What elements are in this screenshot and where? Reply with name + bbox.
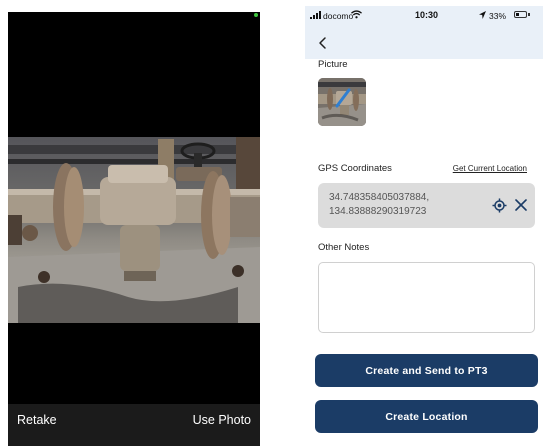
create-location-screen: docomo 10:30 33% Picture GPS Coordinates… [305, 6, 543, 446]
picture-label: Picture [318, 59, 348, 70]
gps-coordinates-label: GPS Coordinates [318, 163, 392, 174]
get-current-location-link[interactable]: Get Current Location [453, 163, 527, 175]
create-location-label: Create Location [385, 410, 468, 423]
status-time: 10:30 [415, 10, 439, 20]
pipe-valve-photo-icon [8, 137, 260, 323]
crosshair-locate-icon[interactable] [492, 198, 507, 213]
camera-bottom-bar: Retake Use Photo [8, 404, 260, 446]
gps-coordinates-field[interactable]: 34.748358405037884, 134.83888290319723 [318, 183, 535, 228]
close-icon[interactable] [515, 199, 527, 211]
retake-button[interactable]: Retake [17, 412, 57, 428]
battery-percent: 33% [489, 11, 507, 21]
wifi-icon [351, 10, 362, 19]
battery-tip [528, 13, 530, 16]
use-photo-button[interactable]: Use Photo [193, 412, 251, 428]
other-notes-textarea[interactable] [318, 262, 535, 333]
navigation-bar [305, 28, 543, 59]
battery-level-fill [516, 13, 519, 16]
gps-longitude: 134.83888290319723 [329, 206, 427, 217]
chevron-left-icon[interactable] [316, 36, 330, 50]
create-and-send-label: Create and Send to PT3 [365, 364, 488, 377]
captured-photo [8, 137, 260, 323]
create-location-button[interactable]: Create Location [315, 400, 538, 433]
create-and-send-button[interactable]: Create and Send to PT3 [315, 354, 538, 387]
signal-strength-icon [310, 11, 321, 19]
picture-thumbnail[interactable] [318, 78, 366, 126]
gps-coordinates-value: 34.748358405037884, 134.83888290319723 [329, 191, 479, 219]
battery-icon [514, 11, 527, 18]
gps-latitude: 34.748358405037884, [329, 192, 430, 203]
carrier-name: docomo [323, 11, 354, 21]
photo-thumbnail-icon [318, 78, 366, 126]
location-arrow-icon [479, 11, 486, 19]
camera-review-screen: Retake Use Photo [8, 12, 260, 446]
camera-indicator-dot [254, 13, 258, 17]
other-notes-label: Other Notes [318, 242, 370, 253]
status-bar: docomo 10:30 33% [305, 6, 543, 28]
